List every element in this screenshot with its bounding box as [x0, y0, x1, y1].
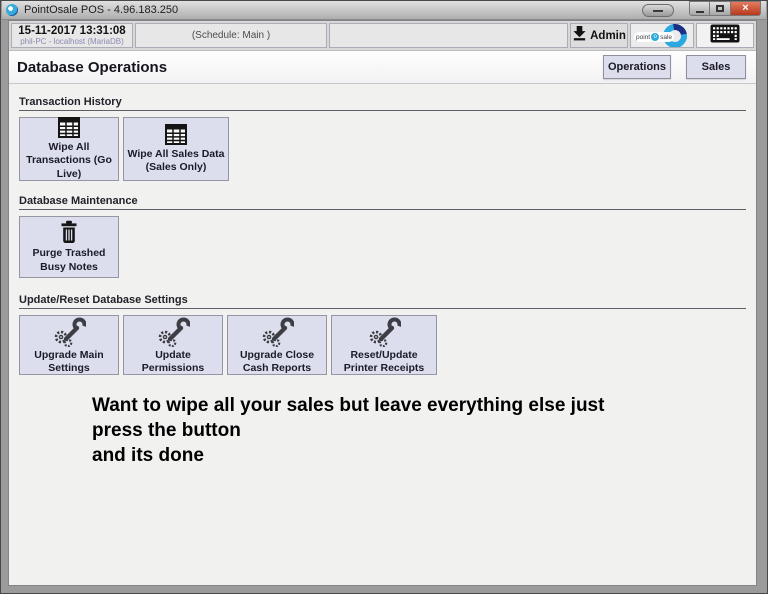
tile-label: Wipe All Transactions (Go Live) — [22, 141, 116, 180]
tile-label: Wipe All Sales Data (Sales Only) — [126, 148, 226, 174]
section-label-update-reset-settings: Update/Reset Database Settings — [19, 294, 746, 309]
table-icon — [57, 117, 81, 139]
wrench-gears-icon — [52, 315, 86, 347]
annotation-line: Want to wipe all your sales but leave ev… — [92, 393, 746, 418]
window-title: PointOsale POS - 4.96.183.250 — [24, 4, 178, 16]
logout-download-icon — [572, 25, 587, 46]
logo-o-badge: o — [651, 33, 659, 41]
schedule-text: (Schedule: Main ) — [192, 30, 270, 41]
datetime-panel: 15-11-2017 13:31:08 phil-PC - localhost … — [11, 23, 133, 48]
annotation-line: press the button — [92, 418, 746, 443]
logo-word-left: point — [636, 34, 650, 41]
page-title: Database Operations — [17, 59, 167, 76]
admin-label: Admin — [590, 30, 626, 42]
pointosale-logo: point o sale — [634, 24, 690, 47]
database-maintenance-buttons: Purge Trashed Busy Notes — [19, 216, 746, 278]
section-label-transaction-history: Transaction History — [19, 96, 746, 111]
annotation-text: Want to wipe all your sales but leave ev… — [92, 393, 746, 468]
wrench-gears-icon — [367, 315, 401, 347]
toolbar-spacer — [329, 23, 568, 48]
reset-update-printer-receipts-button[interactable]: Reset/Update Printer Receipts — [331, 315, 437, 375]
tile-label: Upgrade Close Cash Reports — [230, 349, 324, 375]
client-area: 15-11-2017 13:31:08 phil-PC - localhost … — [8, 20, 757, 586]
minimize-button[interactable] — [689, 1, 710, 16]
maximize-icon — [716, 5, 724, 12]
page-content: Transaction History Wipe All Transaction… — [9, 84, 756, 585]
app-window: PointOsale POS - 4.96.183.250 × 15-11-20… — [0, 0, 768, 594]
minimize-icon — [696, 11, 704, 13]
keyboard-icon — [710, 24, 740, 48]
top-toolbar: 15-11-2017 13:31:08 phil-PC - localhost … — [9, 21, 756, 51]
update-reset-buttons: Upgrade Main Settings — [19, 315, 746, 375]
app-logo-icon — [6, 4, 18, 16]
tile-label: Upgrade Main Settings — [22, 349, 116, 375]
title-bar[interactable]: PointOsale POS - 4.96.183.250 × — [2, 1, 766, 20]
wipe-all-transactions-button[interactable]: Wipe All Transactions (Go Live) — [19, 117, 119, 181]
wipe-all-sales-data-button[interactable]: Wipe All Sales Data (Sales Only) — [123, 117, 229, 181]
tile-label: Update Permissions — [126, 349, 220, 375]
trash-icon — [59, 220, 79, 245]
logo-panel: point o sale — [630, 23, 694, 48]
window-controls: × — [689, 1, 761, 16]
logo-word-right: sale — [660, 34, 672, 41]
wrench-gears-icon — [260, 315, 294, 347]
close-icon: × — [742, 3, 748, 14]
table-icon — [164, 124, 188, 146]
host-connection-text: phil-PC - localhost (MariaDB) — [20, 37, 124, 46]
close-button[interactable]: × — [731, 1, 761, 16]
maximize-button[interactable] — [710, 1, 731, 16]
datetime-text: 15-11-2017 13:31:08 — [18, 25, 125, 37]
tile-label: Reset/Update Printer Receipts — [334, 349, 434, 375]
keyboard-button[interactable] — [696, 23, 754, 48]
transaction-history-buttons: Wipe All Transactions (Go Live) Wipe All… — [19, 117, 746, 181]
upgrade-main-settings-button[interactable]: Upgrade Main Settings — [19, 315, 119, 375]
tile-label: Purge Trashed Busy Notes — [22, 247, 116, 273]
upgrade-close-cash-reports-button[interactable]: Upgrade Close Cash Reports — [227, 315, 327, 375]
page-header: Database Operations Operations Sales — [9, 51, 756, 84]
collapse-icon — [653, 10, 663, 12]
section-label-database-maintenance: Database Maintenance — [19, 195, 746, 210]
operations-tab-button[interactable]: Operations — [603, 55, 671, 79]
collapse-button[interactable] — [642, 4, 674, 17]
admin-button[interactable]: Admin — [570, 23, 628, 48]
sales-tab-button[interactable]: Sales — [686, 55, 746, 79]
purge-trashed-busy-notes-button[interactable]: Purge Trashed Busy Notes — [19, 216, 119, 278]
schedule-panel: (Schedule: Main ) — [135, 23, 327, 48]
wrench-gears-icon — [156, 315, 190, 347]
update-permissions-button[interactable]: Update Permissions — [123, 315, 223, 375]
annotation-line: and its done — [92, 443, 746, 468]
